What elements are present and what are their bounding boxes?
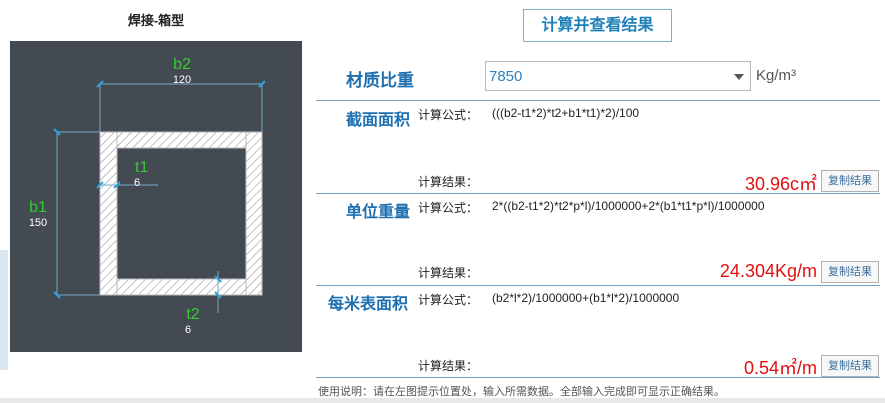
section-divider bbox=[316, 100, 880, 101]
result-weight: 24.304Kg/m bbox=[719, 261, 817, 281]
copy-result-button-surface[interactable]: 复制结果 bbox=[821, 355, 879, 377]
wall-top bbox=[99, 131, 263, 149]
formula-weight: 2*((b2-t1*2)*t2*p*l)/1000000+2*(b1*t1*p*… bbox=[492, 199, 765, 213]
density-label: 材质比重 bbox=[346, 71, 414, 90]
t2-value: 6 bbox=[185, 324, 191, 336]
b2-value: 120 bbox=[173, 74, 191, 86]
section-divider bbox=[316, 285, 880, 286]
result-label: 计算结果： bbox=[418, 359, 479, 373]
chevron-down-icon[interactable] bbox=[734, 74, 744, 80]
section-title-weight: 单位重量 bbox=[346, 204, 411, 221]
b1-value: 150 bbox=[29, 217, 47, 229]
wall-right bbox=[245, 131, 263, 296]
wall-bottom bbox=[99, 278, 263, 296]
formula-label: 计算公式： bbox=[418, 201, 479, 215]
density-select[interactable]: 7850 bbox=[485, 61, 751, 91]
copy-result-button-weight[interactable]: 复制结果 bbox=[821, 261, 879, 283]
section-title-surface: 每米表面积 bbox=[328, 296, 409, 313]
copy-result-button-area[interactable]: 复制结果 bbox=[821, 170, 879, 192]
b1-label: b1 bbox=[29, 199, 47, 216]
bottom-scrollbar[interactable] bbox=[0, 398, 885, 403]
diagram-title: 焊接-箱型 bbox=[127, 13, 185, 28]
result-label: 计算结果： bbox=[418, 175, 479, 189]
wall-left bbox=[99, 131, 118, 296]
b2-label: b2 bbox=[173, 56, 191, 73]
section-title-area: 截面面积 bbox=[346, 112, 411, 129]
formula-label: 计算公式： bbox=[418, 108, 479, 122]
t1-value: 6 bbox=[134, 177, 140, 189]
t1-label: t1 bbox=[135, 159, 148, 176]
result-label: 计算结果： bbox=[418, 266, 479, 280]
formula-label: 计算公式： bbox=[418, 293, 479, 307]
usage-instructions: 使用说明：请在左图提示位置处，输入所需数据。全部输入完成即可显示正确结果。 bbox=[318, 386, 725, 398]
density-value: 7850 bbox=[489, 68, 523, 85]
box-section-drawing: b2 120 b1 150 t1 6 t2 6 bbox=[29, 56, 266, 336]
formula-area: (((b2-t1*2)*t2+b1*t1)*2)/100 bbox=[492, 106, 640, 120]
t2-label: t2 bbox=[186, 306, 199, 323]
section-divider bbox=[316, 193, 880, 194]
section-divider bbox=[316, 377, 880, 378]
left-edge-strip bbox=[0, 250, 8, 370]
section-diagram: b2 120 b1 150 t1 6 t2 6 bbox=[10, 41, 302, 352]
formula-surface: (b2*l*2)/1000000+(b1*l*2)/1000000 bbox=[492, 291, 680, 305]
density-unit: Kg/m³ bbox=[756, 67, 797, 84]
calculate-button[interactable]: 计算并查看结果 bbox=[523, 9, 672, 42]
